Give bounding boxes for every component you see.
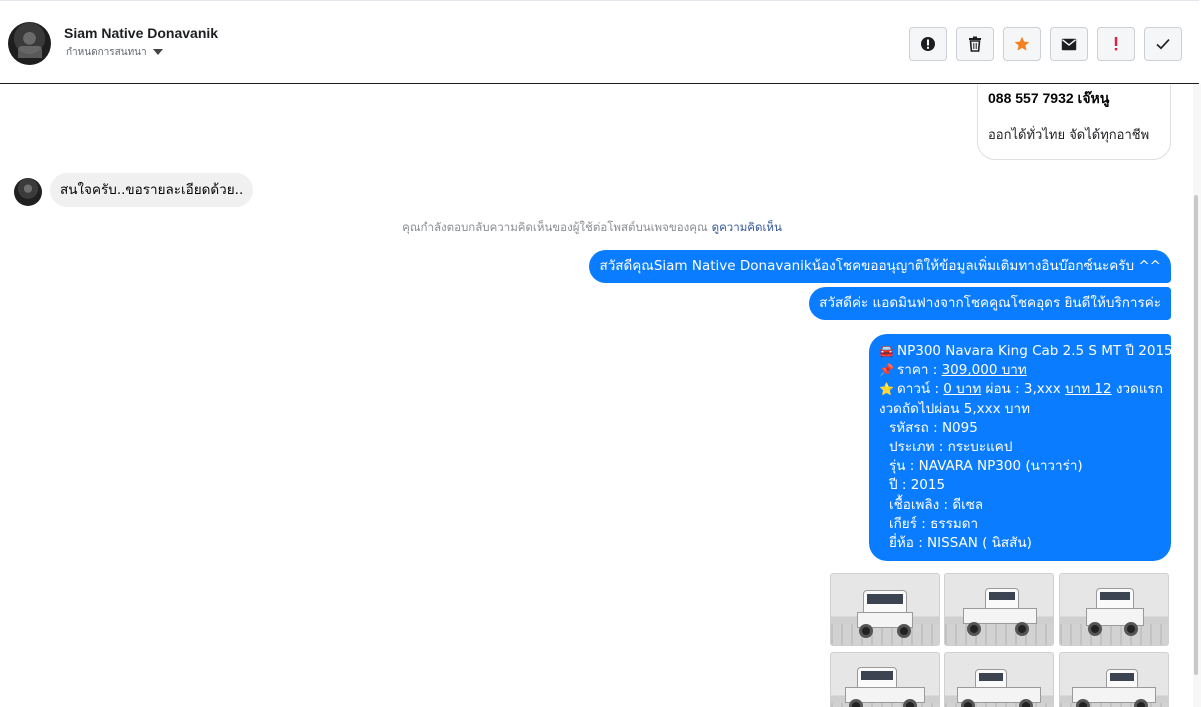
envelope-icon [1061,38,1077,50]
price-value[interactable]: 309,000 บาท [942,362,1027,378]
outgoing-message[interactable]: สวัสดีคุณSiam Native Donavanikน้องโชคขออ… [589,250,1171,283]
installment-suffix: งวดแรก [1115,381,1163,398]
car-photo[interactable] [944,573,1054,646]
car-model: รุ่น : NAVARA NP300 (นาวาร่า) [889,458,1083,475]
car-photo[interactable] [944,652,1054,707]
alert-circle-icon [921,37,935,51]
car-icon: 🚘 [879,344,894,358]
car-code: รหัสรถ : N095 [889,419,978,436]
pushpin-icon: 📌 [879,363,894,378]
price-label: ราคา : [897,362,938,379]
sender-avatar[interactable] [14,178,42,206]
car-type: ประเภท : กระบะแคป [889,439,1013,456]
installment-first[interactable]: บาท 12 [1065,381,1112,397]
mark-done-button[interactable] [1144,27,1182,61]
listing-title: NP300 Navara King Cab 2.5 S MT ปี 2015 [897,343,1173,359]
contact-avatar[interactable] [8,22,51,65]
car-brand: ยี่ห้อ : NISSAN ( นิสสัน) [889,535,1032,552]
listing-price-line: 📌 ราคา : 309,000 บาท [879,361,1161,380]
star-button[interactable] [1003,27,1041,61]
car-fuel: เชื้อเพลิง : ดีเซล [889,496,984,513]
listing-title-line: 🚘 NP300 Navara King Cab 2.5 S MT ปี 2015 [879,342,1173,361]
previous-message-card: 088 557 7932 เจ๊หนู ออกได้ทั่วไทย จัดได้… [977,85,1171,160]
scrollbar-thumb[interactable] [1194,195,1198,675]
message-thread[interactable]: 088 557 7932 เจ๊หนู ออกได้ทั่วไทย จัดได้… [0,85,1192,707]
installment-label: ผ่อน : 3,xxx [985,381,1061,398]
next-installment: งวดถัดไปผ่อน 5,xxx บาท [879,400,1030,417]
down-value[interactable]: 0 บาท [943,381,981,397]
conversation-header: Siam Native Donavanik กำหนดการสนทนา [0,0,1199,84]
card-phone: 088 557 7932 เจ๊หนู [988,90,1110,106]
delete-button[interactable] [956,27,994,61]
car-photo[interactable] [830,573,940,646]
conversation-settings[interactable]: กำหนดการสนทนา [66,46,163,58]
view-comment-link[interactable]: ดูความคิดเห็น [712,220,782,234]
header-actions [909,27,1182,61]
listing-down-line: ⭐ ดาวน์ : 0 บาท ผ่อน : 3,xxx บาท 12 งวดแร… [879,380,1163,399]
trash-icon [969,36,981,52]
notice-text: คุณกำลังตอบกลับความคิดเห็นของผู้ใช้ต่อโพ… [402,220,708,234]
contact-name[interactable]: Siam Native Donavanik [64,25,218,41]
mark-unread-button[interactable] [1050,27,1088,61]
listing-message[interactable]: 🚘 NP300 Navara King Cab 2.5 S MT ปี 2015 … [869,334,1173,561]
car-photo[interactable] [1059,573,1169,646]
car-gear: เกียร์ : ธรรมดา [889,515,979,532]
star-icon [1014,36,1030,51]
caret-down-icon [152,49,163,55]
car-photo[interactable] [1059,652,1169,707]
check-icon [1156,39,1170,50]
mark-spam-button[interactable] [909,27,947,61]
star-emoji-icon: ⭐ [879,382,894,397]
conversation-settings-label: กำหนดการสนทนา [66,46,147,58]
car-year: ปี : 2015 [889,477,946,494]
car-photo[interactable] [830,652,940,707]
incoming-message[interactable]: สนใจครับ..ขอรายละเอียดด้วย.. [50,173,254,207]
down-label: ดาวน์ : [897,381,939,398]
exclamation-icon [1114,37,1118,51]
reply-context-notice: คุณกำลังตอบกลับความคิดเห็นของผู้ใช้ต่อโพ… [0,219,1184,237]
card-note: ออกได้ทั่วไทย จัดได้ทุกอาชีพ [988,128,1150,143]
outgoing-message[interactable]: สวัสดีค่ะ แอดมินฟางจากโชคคูณโชคอุดร ยินด… [809,287,1171,320]
follow-up-button[interactable] [1097,27,1135,61]
